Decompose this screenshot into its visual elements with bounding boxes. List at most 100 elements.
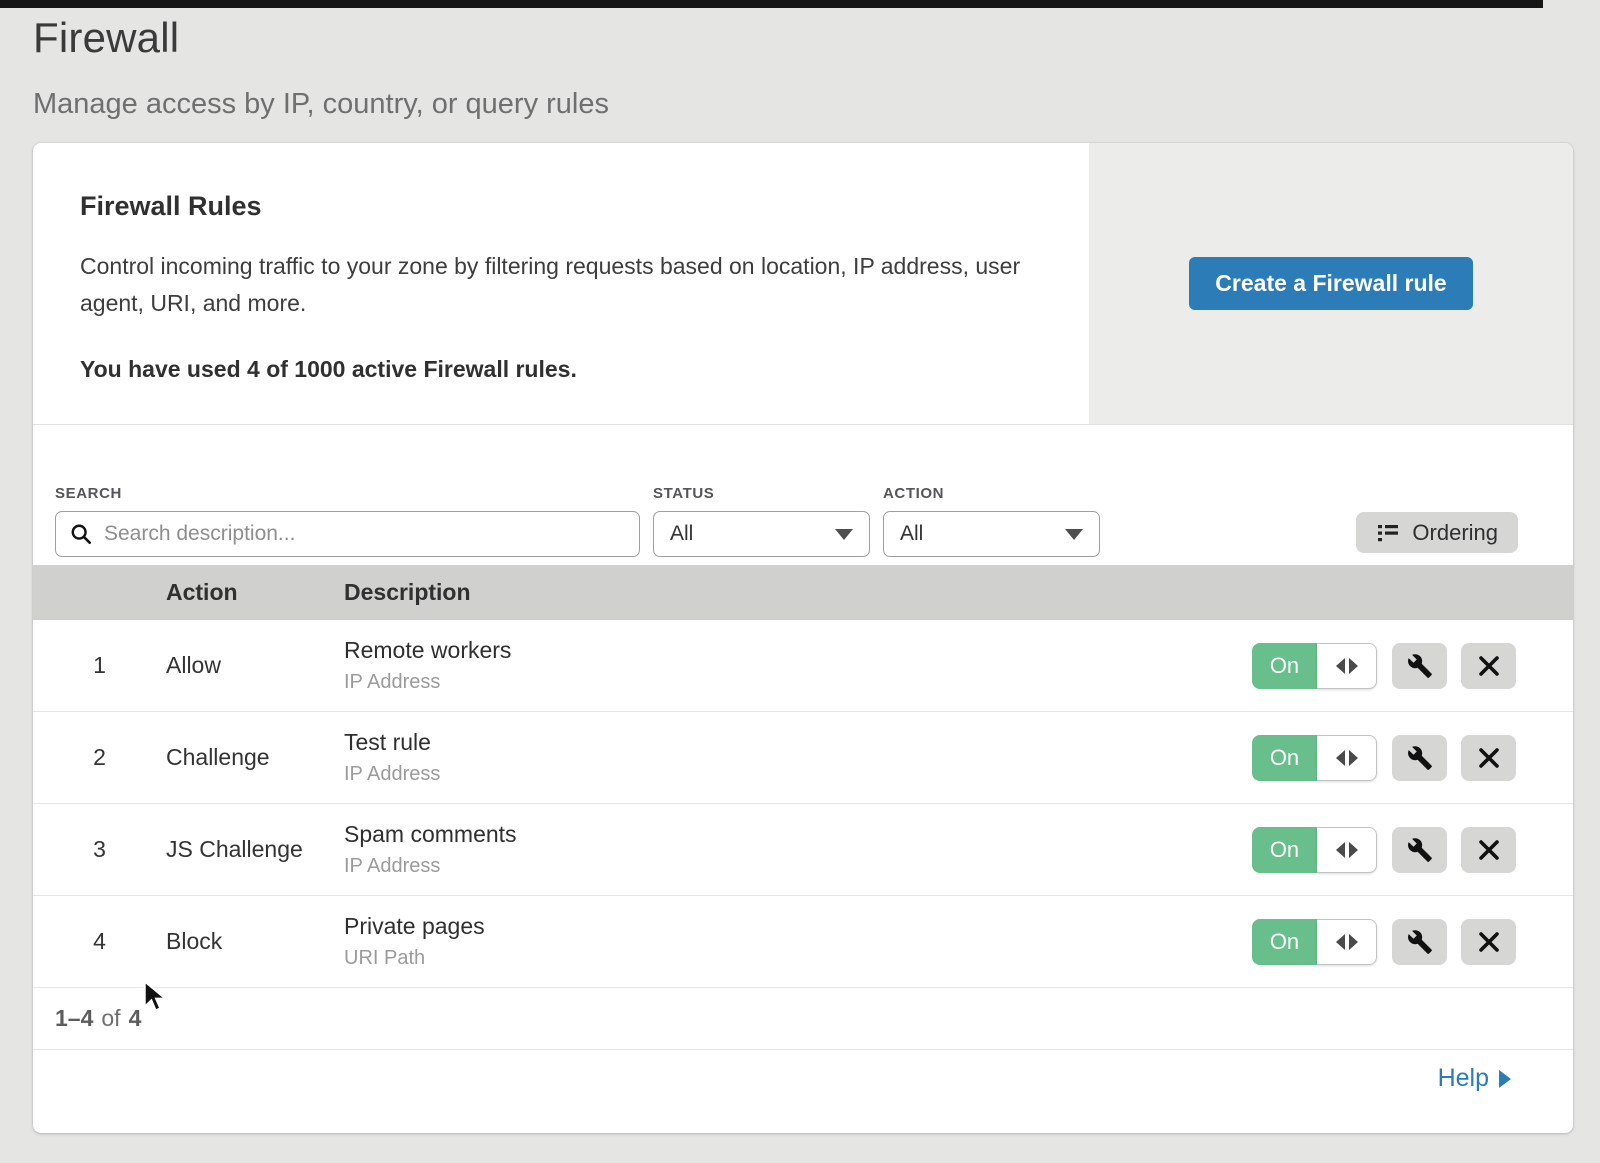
pagination-of: of <box>101 1005 120 1032</box>
description-column-header: Description <box>344 579 1573 606</box>
chevron-down-icon <box>1065 529 1083 540</box>
toggle-on-label[interactable]: On <box>1252 919 1317 965</box>
rule-priority: 4 <box>33 928 166 955</box>
list-icon <box>1376 521 1400 545</box>
delete-rule-button[interactable] <box>1461 735 1516 781</box>
delete-rule-button[interactable] <box>1461 919 1516 965</box>
status-label: STATUS <box>653 485 870 502</box>
rule-enabled-toggle[interactable]: On <box>1252 735 1377 781</box>
triangle-right-icon <box>1349 750 1358 766</box>
rule-field-type: IP Address <box>344 671 1252 694</box>
rule-enabled-toggle[interactable]: On <box>1252 643 1377 689</box>
toggle-drag-handle[interactable] <box>1317 643 1377 689</box>
firewall-rules-card: Firewall Rules Control incoming traffic … <box>33 143 1573 1133</box>
rule-action: JS Challenge <box>166 836 344 863</box>
pagination-range: 1–4 <box>55 1005 93 1032</box>
triangle-right-icon <box>1349 842 1358 858</box>
rule-description-cell: Test rule IP Address <box>344 729 1252 786</box>
action-selected-value: All <box>900 522 923 546</box>
table-row: 3 JS Challenge Spam comments IP Address … <box>33 804 1573 896</box>
triangle-right-icon <box>1349 934 1358 950</box>
page-title: Firewall <box>33 14 1600 62</box>
table-row: 1 Allow Remote workers IP Address On <box>33 620 1573 712</box>
ordering-button[interactable]: Ordering <box>1356 512 1518 553</box>
toggle-on-label[interactable]: On <box>1252 735 1317 781</box>
search-icon <box>70 523 92 545</box>
triangle-left-icon <box>1336 750 1345 766</box>
ordering-wrap: Ordering <box>1356 512 1518 553</box>
action-filter-group: ACTION All <box>883 485 1100 565</box>
rule-field-type: IP Address <box>344 763 1252 786</box>
page-header: Firewall Manage access by IP, country, o… <box>0 0 1600 121</box>
rule-enabled-toggle[interactable]: On <box>1252 827 1377 873</box>
action-select[interactable]: All <box>883 511 1100 557</box>
rule-controls: On <box>1252 827 1573 873</box>
page-subtitle: Manage access by IP, country, or query r… <box>33 88 1600 121</box>
delete-rule-button[interactable] <box>1461 643 1516 689</box>
triangle-left-icon <box>1336 842 1345 858</box>
rule-description: Private pages <box>344 913 1252 940</box>
create-firewall-rule-button[interactable]: Create a Firewall rule <box>1189 257 1472 310</box>
toggle-on-label[interactable]: On <box>1252 643 1317 689</box>
card-header: Firewall Rules Control incoming traffic … <box>33 143 1573 425</box>
rule-description: Spam comments <box>344 821 1252 848</box>
rule-priority: 2 <box>33 744 166 771</box>
arrow-right-icon <box>1499 1070 1511 1088</box>
search-input[interactable] <box>104 522 625 546</box>
rule-description-cell: Spam comments IP Address <box>344 821 1252 878</box>
rule-action: Block <box>166 928 344 955</box>
close-icon <box>1477 930 1501 954</box>
rule-description: Test rule <box>344 729 1252 756</box>
rule-description-cell: Private pages URI Path <box>344 913 1252 970</box>
close-icon <box>1477 654 1501 678</box>
table-header: Action Description <box>33 565 1573 620</box>
toggle-drag-handle[interactable] <box>1317 735 1377 781</box>
create-rule-panel: Create a Firewall rule <box>1089 143 1573 424</box>
search-box[interactable] <box>55 511 640 557</box>
rule-action: Challenge <box>166 744 344 771</box>
rule-controls: On <box>1252 735 1573 781</box>
card-heading: Firewall Rules <box>80 191 1029 222</box>
delete-rule-button[interactable] <box>1461 827 1516 873</box>
help-link-label: Help <box>1438 1064 1489 1093</box>
rules-table-body: 1 Allow Remote workers IP Address On <box>33 620 1573 988</box>
rule-priority: 1 <box>33 652 166 679</box>
search-filter-group: SEARCH <box>55 485 640 565</box>
action-column-header: Action <box>166 579 344 606</box>
triangle-left-icon <box>1336 934 1345 950</box>
status-filter-group: STATUS All <box>653 485 870 565</box>
card-header-text: Firewall Rules Control incoming traffic … <box>33 143 1089 424</box>
toggle-on-label[interactable]: On <box>1252 827 1317 873</box>
rule-priority: 3 <box>33 836 166 863</box>
rule-controls: On <box>1252 643 1573 689</box>
edit-rule-button[interactable] <box>1392 735 1447 781</box>
rule-controls: On <box>1252 919 1573 965</box>
table-row: 4 Block Private pages URI Path On <box>33 896 1573 988</box>
rules-usage-text: You have used 4 of 1000 active Firewall … <box>80 356 1029 383</box>
pagination-total: 4 <box>129 1005 142 1032</box>
wrench-icon <box>1407 745 1433 771</box>
filters-bar: SEARCH STATUS All ACTION All <box>33 425 1573 565</box>
card-footer: Help <box>33 1050 1573 1107</box>
wrench-icon <box>1407 837 1433 863</box>
status-selected-value: All <box>670 522 693 546</box>
edit-rule-button[interactable] <box>1392 827 1447 873</box>
rule-description: Remote workers <box>344 637 1252 664</box>
window-top-edge <box>0 0 1543 8</box>
search-label: SEARCH <box>55 485 640 502</box>
toggle-drag-handle[interactable] <box>1317 919 1377 965</box>
ordering-button-label: Ordering <box>1412 520 1498 546</box>
edit-rule-button[interactable] <box>1392 919 1447 965</box>
pagination: 1–4 of 4 <box>33 988 1573 1050</box>
rule-field-type: URI Path <box>344 947 1252 970</box>
status-select[interactable]: All <box>653 511 870 557</box>
close-icon <box>1477 838 1501 862</box>
help-link[interactable]: Help <box>1438 1064 1511 1093</box>
card-description: Control incoming traffic to your zone by… <box>80 248 1029 322</box>
triangle-right-icon <box>1349 658 1358 674</box>
rule-enabled-toggle[interactable]: On <box>1252 919 1377 965</box>
chevron-down-icon <box>835 529 853 540</box>
edit-rule-button[interactable] <box>1392 643 1447 689</box>
rule-action: Allow <box>166 652 344 679</box>
toggle-drag-handle[interactable] <box>1317 827 1377 873</box>
